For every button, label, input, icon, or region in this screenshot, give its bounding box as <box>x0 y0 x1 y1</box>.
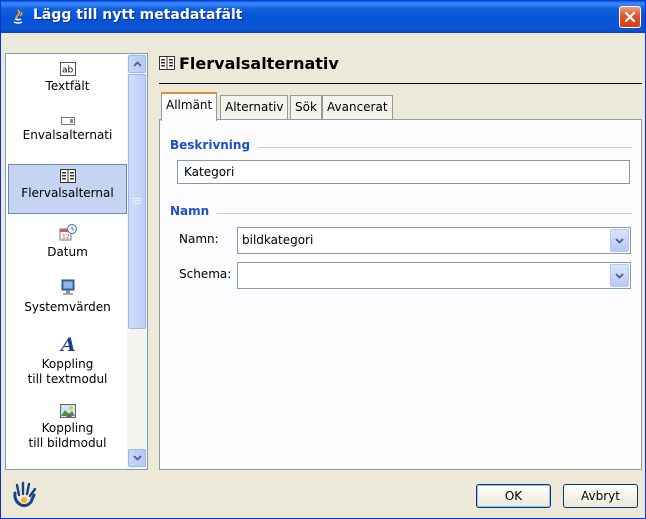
list-item-label: Flervalsalternal <box>21 186 114 200</box>
schema-combobox[interactable] <box>237 262 631 289</box>
list-item-label: Systemvärden <box>24 300 111 314</box>
calendar-icon: 12 <box>59 224 77 241</box>
list-item-envalsalternativ[interactable]: Envalsalternati <box>8 117 127 143</box>
scroll-up-button[interactable] <box>128 55 146 73</box>
tab-alternativ[interactable]: Alternativ <box>220 95 289 119</box>
description-input[interactable]: Kategori <box>177 160 630 184</box>
name-value: bildkategori <box>242 233 314 247</box>
chevron-down-icon <box>132 455 142 461</box>
svg-text:12: 12 <box>62 234 70 241</box>
window-title: Lägg till nytt metadatafält <box>33 7 243 23</box>
image-module-icon <box>59 404 76 418</box>
list-item-label: Datum <box>47 245 88 259</box>
multi-choice-icon <box>59 169 76 183</box>
name-combobox[interactable]: bildkategori <box>237 227 631 254</box>
group-label-namn: Namn <box>170 204 218 218</box>
group-label-beskrivning: Beskrivning <box>170 138 259 152</box>
scroll-down-button[interactable] <box>128 449 146 467</box>
tab-avancerat[interactable]: Avancerat <box>322 95 393 119</box>
svg-text:A: A <box>59 334 76 354</box>
list-item-koppling-bildmodul[interactable]: Koppling till bildmodul <box>8 404 127 451</box>
list-item-label-line1: Koppling <box>41 421 94 435</box>
list-item-datum[interactable]: 12 Datum <box>8 224 127 260</box>
ok-button[interactable]: OK <box>476 484 551 508</box>
multi-choice-icon <box>159 56 175 70</box>
computer-icon <box>61 279 74 295</box>
list-item-label: Textfält <box>45 79 90 93</box>
title-bar[interactable]: Lägg till nytt metadatafält <box>1 1 645 33</box>
hand-logo-icon <box>13 481 37 508</box>
tab-content: Beskrivning Kategori Namn Namn: bildkate… <box>159 119 642 470</box>
tab-allmant[interactable]: Allmänt <box>161 92 218 121</box>
tab-sok[interactable]: Sök <box>290 95 322 119</box>
list-item-flervalsalternativ[interactable]: Flervalsalternal <box>8 164 127 214</box>
grip-icon <box>133 198 141 204</box>
list-item-koppling-textmodul[interactable]: A Koppling till textmodul <box>8 334 127 387</box>
text-module-icon: A <box>59 334 76 354</box>
list-item-label-line1: Koppling <box>41 357 94 371</box>
name-label: Namn: <box>179 232 219 246</box>
chevron-down-icon <box>615 237 624 244</box>
schema-label: Schema: <box>179 267 232 281</box>
schema-dropdown-button[interactable] <box>610 264 629 287</box>
java-icon <box>13 9 23 24</box>
list-item-label-line2: till textmodul <box>27 372 108 386</box>
list-item-systemvarden[interactable]: Systemvärden <box>8 279 127 315</box>
group-divider <box>170 213 632 214</box>
scroll-thumb[interactable] <box>128 74 146 329</box>
close-icon <box>624 11 636 23</box>
list-item-label-line2: till bildmodul <box>28 436 107 450</box>
panel-title: Flervalsalternativ <box>179 54 339 73</box>
name-dropdown-button[interactable] <box>610 229 629 252</box>
close-button[interactable] <box>619 6 641 28</box>
cancel-button[interactable]: Avbryt <box>563 484 638 508</box>
title-divider <box>159 83 642 84</box>
field-type-list[interactable]: ab Textfält Envalsalternati Flervalsalte… <box>5 53 148 470</box>
list-item-label: Envalsalternati <box>22 128 113 142</box>
single-choice-icon <box>60 117 75 125</box>
list-scrollbar[interactable] <box>127 54 147 469</box>
list-item-textfalt[interactable]: ab Textfält <box>8 62 127 94</box>
dialog-window: Lägg till nytt metadatafält ab Textfält <box>0 0 646 519</box>
svg-text:ab: ab <box>62 66 74 76</box>
chevron-up-icon <box>132 61 142 67</box>
text-field-icon: ab <box>59 62 76 76</box>
chevron-down-icon <box>615 272 624 279</box>
